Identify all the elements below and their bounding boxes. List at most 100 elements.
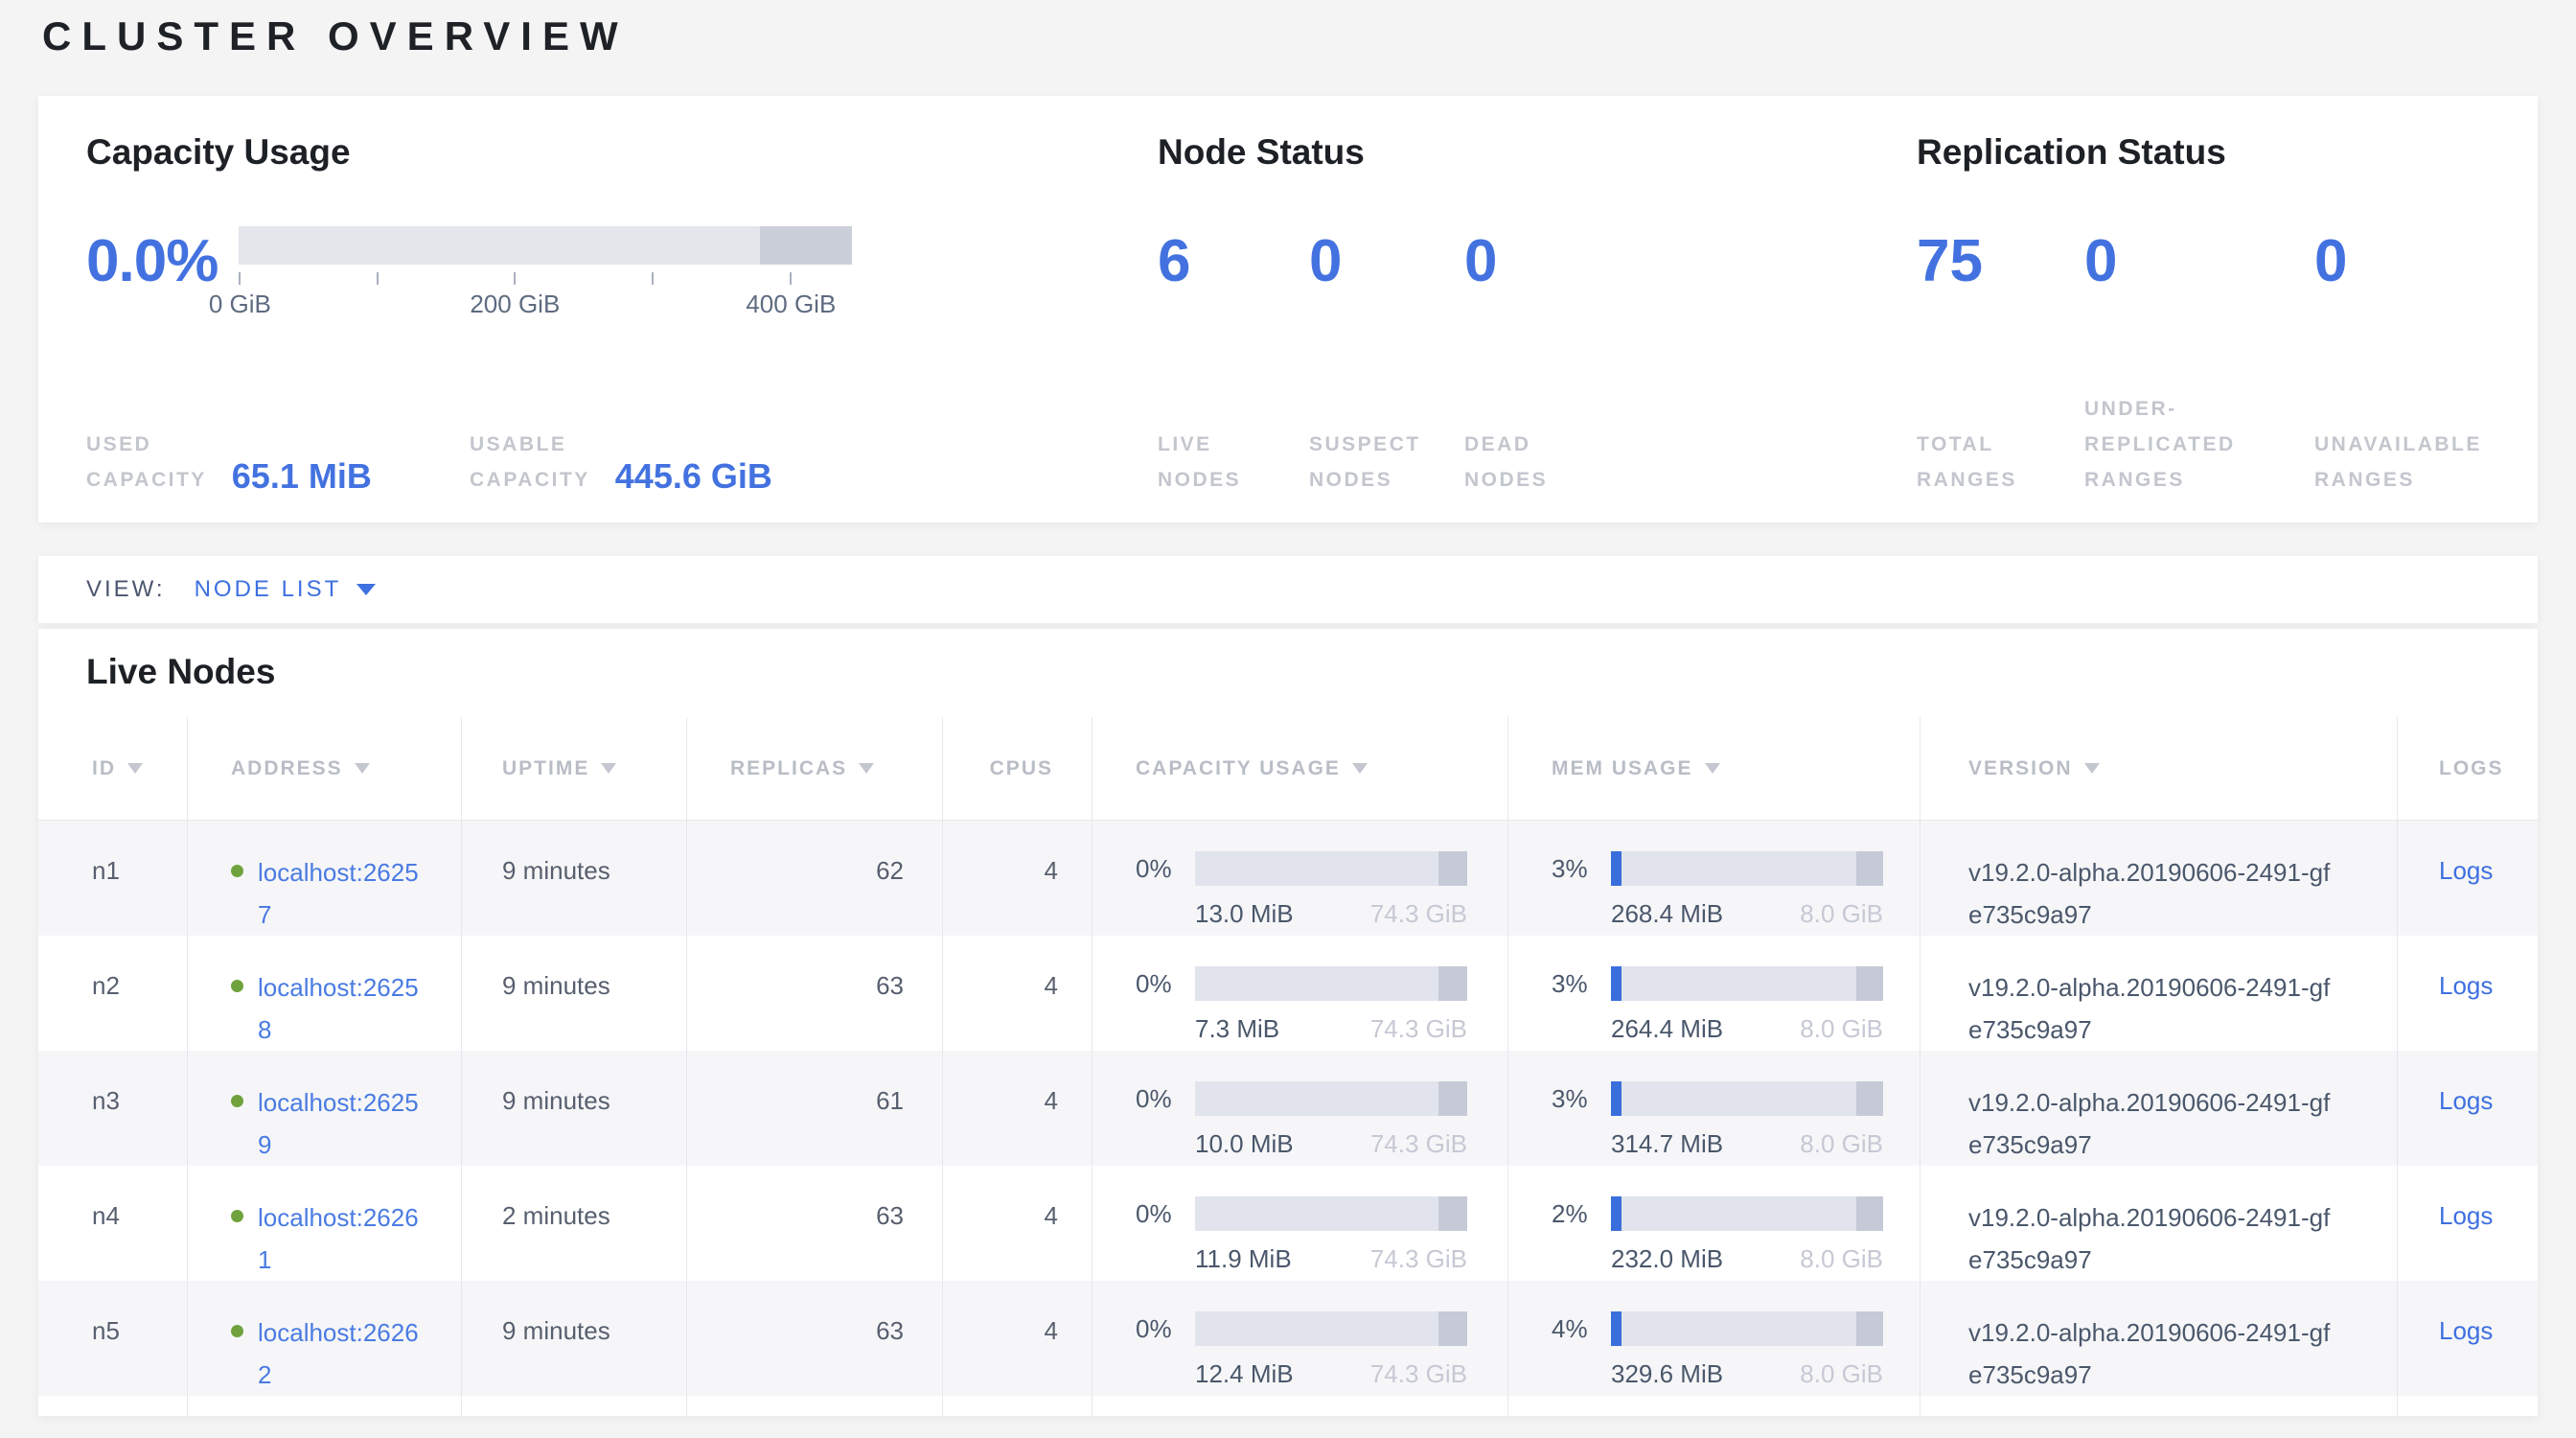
capacity-usage-bar [1195, 1196, 1467, 1231]
usable-capacity-value: 445.6 GiB [615, 459, 772, 494]
mem-used: 314.7 MiB [1611, 1125, 1723, 1163]
column-header-capacity-usage[interactable]: CAPACITY USAGE [1092, 717, 1508, 820]
column-header-cpus[interactable]: CPUS [943, 717, 1092, 820]
capacity-usage-bar [1195, 1311, 1467, 1346]
axis-tick-label: 0 GiB [209, 290, 271, 319]
chevron-down-icon[interactable] [356, 584, 376, 595]
mem-percent: 2% [1552, 1194, 1611, 1233]
stat-label-line: USED [86, 427, 207, 462]
logs-cell: Logs [2398, 1166, 2538, 1281]
node-version: v19.2.0-alpha.20190606-2491-gfe735c9a97 [1920, 1281, 2398, 1396]
node-address-link[interactable]: localhost:26262 [258, 1311, 430, 1396]
capacity-percent: 0% [1136, 964, 1195, 1003]
node-replicas: 63 [687, 936, 943, 1051]
mem-used: 232.0 MiB [1611, 1240, 1723, 1278]
column-header-logs: LOGS [2398, 717, 2538, 820]
dead-nodes-label: DEAD NODES [1464, 427, 1917, 498]
node-address-link[interactable]: localhost:26257 [258, 851, 430, 936]
sort-caret-icon [601, 763, 616, 774]
node-status-section: Node Status 6 0 0 LIVE NODES SUSPECT NOD… [1158, 132, 1917, 498]
column-header-version[interactable]: VERSION [1920, 717, 2398, 820]
node-version: v19.2.0-alpha.20190606-2491-gfe735c9a97 [1920, 1051, 2398, 1166]
logs-link[interactable]: Logs [2439, 1086, 2493, 1115]
column-header-uptime[interactable]: UPTIME [462, 717, 687, 820]
stat-label-line: CAPACITY [86, 462, 207, 498]
mem-total: 8.0 GiB [1800, 1009, 1883, 1048]
node-address-link[interactable]: localhost:26261 [258, 1196, 430, 1281]
sort-caret-icon [1352, 763, 1368, 774]
node-id: n4 [38, 1166, 188, 1281]
node-address-cell: localhost:26259 [188, 1051, 462, 1166]
node-id: n3 [38, 1051, 188, 1166]
node-cpus: 4 [943, 936, 1092, 1051]
capacity-axis: 0 GiB 200 GiB 400 GiB [239, 265, 852, 320]
node-id: n5 [38, 1281, 188, 1396]
axis-tick-label: 200 GiB [470, 290, 560, 319]
capacity-usage-cell: 0% 11.9 MiB 74.3 GiB [1092, 1166, 1508, 1281]
logs-link[interactable]: Logs [2439, 971, 2493, 1000]
table-row: n1 localhost:26257 9 minutes 62 4 0% 13.… [38, 821, 2538, 936]
used-capacity-value: 65.1 MiB [232, 459, 372, 494]
node-replicas: 61 [687, 1051, 943, 1166]
mem-usage-bar [1611, 1311, 1883, 1346]
logs-link[interactable]: Logs [2439, 1201, 2493, 1230]
node-replicas: 63 [687, 1281, 943, 1396]
capacity-usage-bar [1195, 966, 1467, 1001]
node-address-link[interactable]: localhost:26259 [258, 1081, 430, 1166]
sort-caret-icon [127, 763, 143, 774]
capacity-usage-cell: 0% 13.0 MiB 74.3 GiB [1092, 821, 1508, 936]
column-header-mem-usage[interactable]: MEM USAGE [1508, 717, 1920, 820]
column-header-address[interactable]: ADDRESS [188, 717, 462, 820]
capacity-percent: 0% [1136, 1079, 1195, 1118]
sort-caret-icon [355, 763, 370, 774]
node-address-cell: localhost:26257 [188, 821, 462, 936]
capacity-bar: 0 GiB 200 GiB 400 GiB [239, 226, 852, 320]
live-nodes-title: Live Nodes [38, 629, 2538, 692]
mem-usage-bar [1611, 966, 1883, 1001]
capacity-total: 74.3 GiB [1370, 1355, 1467, 1393]
table-header-row: ID ADDRESS UPTIME REPLICAS CPUS CAPACITY… [38, 717, 2538, 821]
capacity-used: 7.3 MiB [1195, 1009, 1279, 1048]
logs-cell: Logs [2398, 1051, 2538, 1166]
capacity-percent-value: 0.0% [86, 232, 218, 320]
used-capacity-stat: USED CAPACITY 65.1 MiB [86, 427, 470, 498]
mem-usage-bar [1611, 1081, 1883, 1116]
capacity-usage-section: Capacity Usage 0.0% 0 GiB 200 GiB [86, 132, 1158, 498]
view-dropdown[interactable]: NODE LIST [195, 576, 377, 603]
node-address-cell: localhost:26261 [188, 1166, 462, 1281]
logs-cell: Logs [2398, 821, 2538, 936]
node-id: n2 [38, 936, 188, 1051]
mem-percent: 3% [1552, 964, 1611, 1003]
node-cpus: 4 [943, 1051, 1092, 1166]
live-status-dot-icon [231, 1095, 243, 1107]
logs-link[interactable]: Logs [2439, 856, 2493, 885]
logs-link[interactable]: Logs [2439, 1316, 2493, 1345]
node-address-cell: localhost:26262 [188, 1281, 462, 1396]
page-title: CLUSTER OVERVIEW [42, 13, 629, 59]
suspect-nodes-label: SUSPECT NODES [1309, 427, 1464, 498]
view-bar: VIEW: NODE LIST [38, 556, 2538, 623]
mem-total: 8.0 GiB [1800, 1125, 1883, 1163]
table-row-partial [38, 1396, 2538, 1416]
live-status-dot-icon [231, 980, 243, 992]
total-ranges-count: 75 [1917, 232, 2084, 291]
under-replicated-ranges-label: UNDER- REPLICATED RANGES [2084, 391, 2314, 498]
stat-label-line: CAPACITY [470, 462, 590, 498]
mem-usage-cell: 3% 264.4 MiB 8.0 GiB [1508, 936, 1920, 1051]
capacity-used: 13.0 MiB [1195, 894, 1294, 933]
unavailable-ranges-label: UNAVAILABLE RANGES [2314, 427, 2538, 498]
live-status-dot-icon [231, 865, 243, 877]
node-uptime: 9 minutes [462, 1051, 687, 1166]
live-nodes-table: ID ADDRESS UPTIME REPLICAS CPUS CAPACITY… [38, 717, 2538, 1416]
node-address-link[interactable]: localhost:26258 [258, 966, 430, 1051]
mem-percent: 4% [1552, 1310, 1611, 1348]
node-replicas: 62 [687, 821, 943, 936]
view-dropdown-value[interactable]: NODE LIST [195, 576, 342, 603]
capacity-usage-bar [1195, 851, 1467, 886]
column-header-replicas[interactable]: REPLICAS [687, 717, 943, 820]
dead-nodes-count: 0 [1464, 232, 1917, 291]
capacity-usage-cell: 0% 7.3 MiB 74.3 GiB [1092, 936, 1508, 1051]
node-version: v19.2.0-alpha.20190606-2491-gfe735c9a97 [1920, 936, 2398, 1051]
mem-usage-cell: 2% 232.0 MiB 8.0 GiB [1508, 1166, 1920, 1281]
column-header-id[interactable]: ID [38, 717, 188, 820]
